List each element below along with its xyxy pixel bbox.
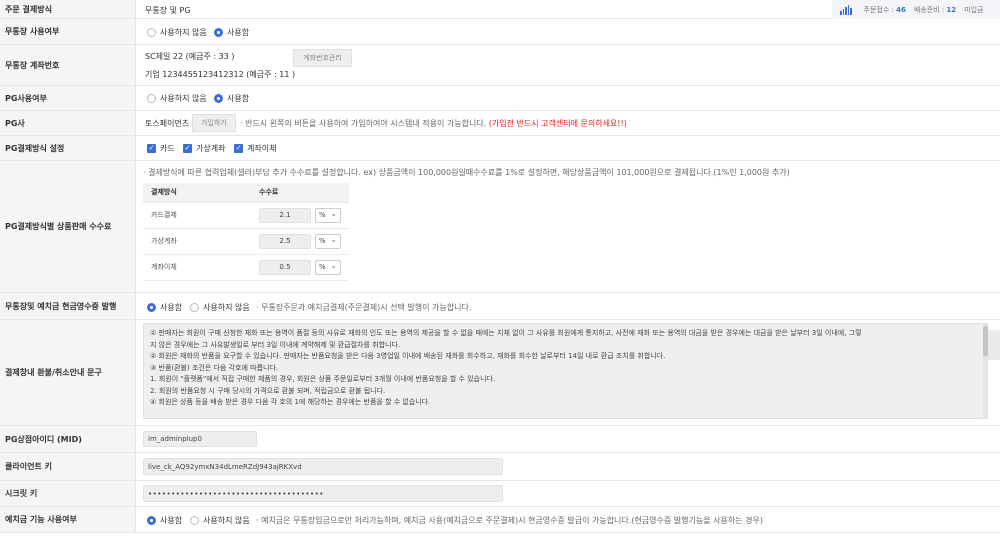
row-pg-methods: PG결제방식 설정 ✓ 카드 ✓ 가상계좌 ✓ 계좌이체 bbox=[0, 136, 1000, 161]
fee-input-virtual[interactable]: 2.5 bbox=[259, 233, 311, 249]
bank-use-off-label[interactable]: 사용하지 않음 bbox=[160, 27, 207, 38]
mid-input[interactable]: im_adminplup0 bbox=[143, 431, 257, 447]
bank-account-line-1: SC제일 22 (예금주 : 33 ) bbox=[145, 52, 235, 61]
deposit-off-label[interactable]: 사용하지 않음 bbox=[203, 515, 250, 526]
label-bank-account: 무통장 계좌번호 bbox=[0, 45, 136, 85]
notice-line: 1. 회원이 "플랫폼"에서 직접 구매한 제품의 경우, 회원은 상품 주문일… bbox=[150, 375, 496, 383]
row-mid: PG상점아이디 (MID) im_adminplup0 bbox=[0, 426, 1000, 453]
ready-count[interactable]: 12 bbox=[946, 6, 956, 14]
pg-use-off-radio[interactable] bbox=[147, 94, 156, 103]
row-bank-account: 무통장 계좌번호 SC제일 22 (예금주 : 33 ) 기업 12344551… bbox=[0, 45, 1000, 86]
label-pg-company: PG사 bbox=[0, 111, 136, 135]
label-order-payment: 주문 결제방식 bbox=[0, 0, 136, 18]
row-pg-company: PG사 토스페이먼츠 가입하기 · 반드시 왼쪽의 버튼을 사용하여 가입하여야… bbox=[0, 111, 1000, 136]
fee-unit-select-virtual[interactable]: % bbox=[315, 233, 341, 249]
fee-method: 계좌이체 bbox=[143, 254, 251, 281]
label-cash-receipt: 무통장및 예치금 현금영수증 발행 bbox=[0, 293, 136, 319]
label-pg-methods: PG결제방식 설정 bbox=[0, 136, 136, 160]
fee-method: 카드결제 bbox=[143, 202, 251, 229]
fee-input-card[interactable]: 2.1 bbox=[259, 207, 311, 223]
bank-use-on-radio[interactable] bbox=[214, 28, 223, 37]
pg-use-off-label[interactable]: 사용하지 않음 bbox=[160, 93, 207, 104]
fee-col-fee: 수수료 bbox=[251, 183, 349, 203]
table-row: 카드결제 2.1% bbox=[143, 202, 349, 229]
notice-line: ④ 회원은 상품 등을 배송 받은 경우 다음 각 호의 1에 해당하는 경우에… bbox=[150, 398, 431, 406]
cash-receipt-off-radio[interactable] bbox=[190, 303, 199, 312]
refund-notice-textarea[interactable]: ① 판매자는 회원이 구매 신청한 재화 또는 용역이 품절 등의 사유로 재화… bbox=[143, 323, 988, 419]
bank-use-on-label[interactable]: 사용함 bbox=[227, 27, 249, 38]
notice-line: ① 판매자는 회원이 구매 신청한 재화 또는 용역이 품절 등의 사유로 재화… bbox=[150, 329, 862, 337]
transfer-checkbox[interactable]: ✓ bbox=[234, 144, 243, 153]
method-card-label[interactable]: 카드 bbox=[160, 143, 175, 154]
row-cash-receipt: 무통장및 예치금 현금영수증 발행 사용함 사용하지 않음 · 무통장주문과 예… bbox=[0, 293, 1000, 320]
cash-receipt-desc: · 무통장주문과 예치금결제(주문결제)시 선택 발행이 가능합니다. bbox=[256, 303, 472, 312]
order-payment-value: 무통장 및 PG bbox=[145, 6, 191, 15]
top-stats: 주문접수 : 46 배송준비 : 12 미입금 bbox=[832, 0, 1000, 19]
label-client-key: 클라이언트 키 bbox=[0, 453, 136, 480]
card-checkbox[interactable]: ✓ bbox=[147, 144, 156, 153]
pg-use-on-radio[interactable] bbox=[214, 94, 223, 103]
bank-account-line-2: 기업 1234455123412312 (예금주 : 11 ) bbox=[145, 70, 296, 79]
method-virtual-label[interactable]: 가상계좌 bbox=[196, 143, 225, 154]
table-row: 계좌이체 0.5% bbox=[143, 254, 349, 281]
pg-use-on-label[interactable]: 사용함 bbox=[227, 93, 249, 104]
cash-receipt-on-radio[interactable] bbox=[147, 303, 156, 312]
method-transfer-label[interactable]: 계좌이체 bbox=[247, 143, 276, 154]
table-row: 가상계좌 2.5% bbox=[143, 228, 349, 255]
notice-line: ③ 반품(환불) 조건은 다음 각호에 따릅니다. bbox=[150, 363, 279, 372]
row-order-payment: 주문 결제방식 무통장 및 PG 주문접수 : 46 배송준비 : 12 미입금 bbox=[0, 0, 1000, 19]
fee-method: 가상계좌 bbox=[143, 228, 251, 255]
deposit-desc: · 예치금은 무통장입금으로만 처리가능하며, 예치금 사용(예치금으로 주문결… bbox=[256, 516, 763, 525]
row-client-key: 클라이언트 키 live_ck_AQ92ymxN34dLmeRZdJ943ajR… bbox=[0, 453, 1000, 481]
row-refund-notice: 결제창내 환불/취소안내 문구 ① 판매자는 회원이 구매 신청한 재화 또는 … bbox=[0, 320, 1000, 426]
fee-input-transfer[interactable]: 0.5 bbox=[259, 259, 311, 275]
label-bank-use: 무통장 사용여부 bbox=[0, 19, 136, 44]
ready-label: 배송준비 : bbox=[913, 5, 945, 14]
pg-fee-desc: · 결제방식에 따른 협력업체(셀러)부담 추가 수수료를 설정합니다. ex)… bbox=[143, 168, 790, 177]
notice-line: 지 않은 경우에는 그 사유발생일로 부터 3일 이내에 계약해제 및 환급절차… bbox=[150, 340, 401, 349]
secret-key-input[interactable]: •••••••••••••••••••••••••••••••••••••• bbox=[143, 485, 503, 502]
signal-icon bbox=[840, 4, 852, 15]
fee-table: 결제방식 수수료 카드결제 2.1% 가상계좌 2.5% 계좌이체 0.5% bbox=[143, 183, 349, 281]
cash-receipt-on-label[interactable]: 사용함 bbox=[160, 302, 182, 313]
notice-line: 2. 회원의 반품요청 시 구매 당시의 가격으로 환불 되며, 적립금으로 환… bbox=[150, 386, 386, 395]
fee-unit-select-card[interactable]: % bbox=[315, 207, 341, 223]
pg-company-name: 토스페이먼츠 bbox=[145, 119, 190, 128]
client-key-input[interactable]: live_ck_AQ92ymxN34dLmeRZdJ943ajRKXvd bbox=[143, 458, 503, 475]
row-bank-use: 무통장 사용여부 사용하지 않음 사용함 bbox=[0, 19, 1000, 45]
row-pg-use: PG사용여부 사용하지 않음 사용함 bbox=[0, 86, 1000, 111]
unpaid-label[interactable]: 미입금 bbox=[964, 5, 983, 15]
row-secret-key: 시크릿 키 ••••••••••••••••••••••••••••••••••… bbox=[0, 481, 1000, 507]
label-refund-notice: 결제창내 환불/취소안내 문구 bbox=[0, 320, 136, 425]
orders-label: 주문접수 : bbox=[863, 5, 894, 14]
fee-unit-select-transfer[interactable]: % bbox=[315, 259, 341, 275]
row-pg-fee: PG결제방식별 상품판매 수수료 · 결제방식에 따른 협력업체(셀러)부담 추… bbox=[0, 161, 1000, 293]
label-deposit-use: 예치금 기능 사용여부 bbox=[0, 507, 136, 532]
deposit-off-radio[interactable] bbox=[190, 516, 199, 525]
label-pg-fee: PG결제방식별 상품판매 수수료 bbox=[0, 161, 136, 292]
row-deposit-use: 예치금 기능 사용여부 사용함 사용하지 않음 · 예치금은 무통장입금으로만 … bbox=[0, 507, 1000, 533]
manage-account-button[interactable]: 계좌번호관리 bbox=[293, 49, 352, 67]
orders-count[interactable]: 46 bbox=[896, 6, 906, 14]
label-mid: PG상점아이디 (MID) bbox=[0, 426, 136, 452]
notice-line: ② 회원은 재화의 반품을 요구할 수 있습니다. 판매자는 반품요청을 받은 … bbox=[150, 352, 666, 360]
bank-use-off-radio[interactable] bbox=[147, 28, 156, 37]
page-scrollbar[interactable] bbox=[988, 330, 1000, 360]
virtual-account-checkbox[interactable]: ✓ bbox=[183, 144, 192, 153]
deposit-on-label[interactable]: 사용함 bbox=[160, 515, 182, 526]
pg-company-desc: · 반드시 왼쪽의 버튼을 사용하여 가입하여야 시스템내 적용이 가능합니다.… bbox=[240, 119, 627, 128]
pg-company-warning: (가입전 반드시 고객센터에 문의하세요!!) bbox=[488, 119, 627, 128]
deposit-on-radio[interactable] bbox=[147, 516, 156, 525]
label-secret-key: 시크릿 키 bbox=[0, 481, 136, 506]
label-pg-use: PG사용여부 bbox=[0, 86, 136, 110]
cash-receipt-off-label[interactable]: 사용하지 않음 bbox=[203, 302, 250, 313]
fee-col-method: 결제방식 bbox=[143, 183, 251, 203]
join-pg-button[interactable]: 가입하기 bbox=[192, 114, 236, 132]
